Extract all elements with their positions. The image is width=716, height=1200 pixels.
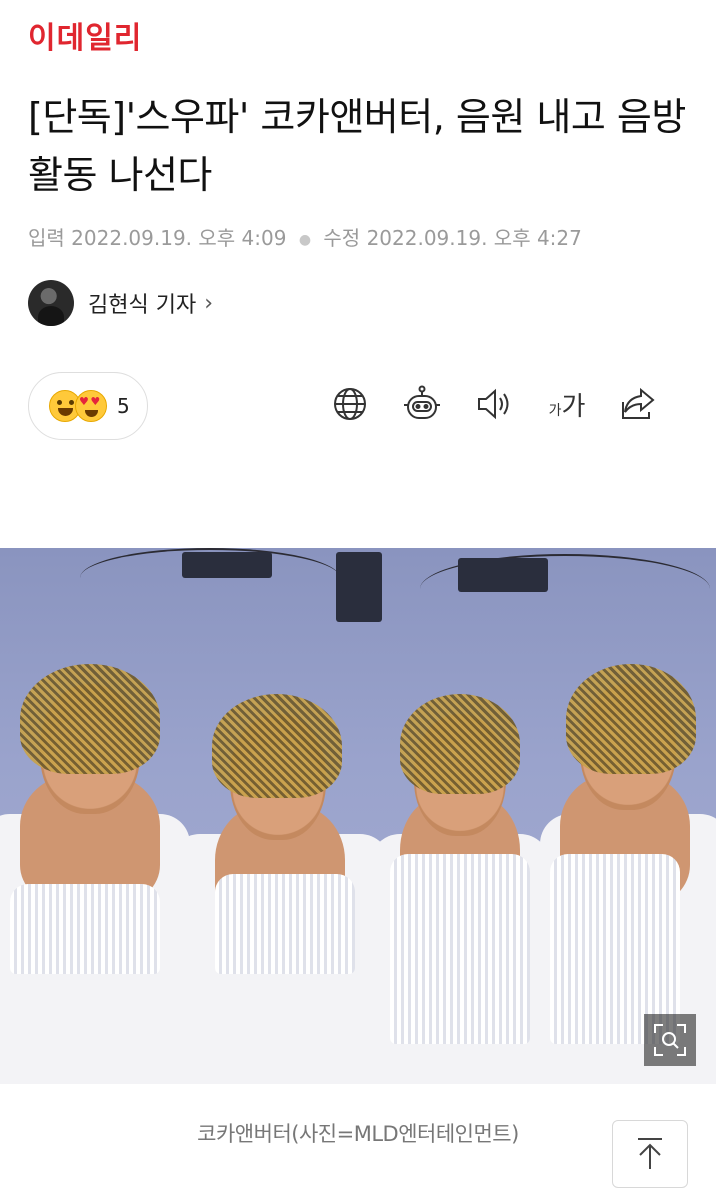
- meta-separator: ●: [298, 231, 312, 248]
- article-toolbar: 가가: [330, 382, 658, 426]
- arrow-up-icon: [638, 1138, 662, 1169]
- article-title: [단독]'스우파' 코카앤버터, 음원 내고 음방 활동 나선다: [28, 95, 686, 197]
- avatar: [28, 280, 74, 326]
- translate-button[interactable]: [330, 382, 370, 426]
- modified-date: 2022.09.19. 오후 4:27: [366, 226, 582, 250]
- summary-bot-button[interactable]: [402, 382, 442, 426]
- author-name: 김현식 기자: [88, 293, 197, 318]
- modified-label: 수정: [323, 226, 361, 250]
- zoom-icon: [654, 1024, 686, 1056]
- reaction-count: 5: [117, 394, 130, 418]
- font-size-icon: 가가: [548, 391, 586, 422]
- robot-icon: [404, 385, 440, 419]
- font-size-button[interactable]: 가가: [546, 382, 586, 426]
- published-label: 입력: [28, 226, 65, 250]
- dancer-figure: [0, 624, 190, 1084]
- photo-caption: 코카앤버터(사진=MLD엔터테인먼트): [197, 1122, 519, 1146]
- share-button[interactable]: [618, 382, 658, 426]
- author-link[interactable]: 김현식 기자 ›: [28, 280, 213, 326]
- published-date: 2022.09.19. 오후 4:09: [71, 226, 287, 250]
- site-logo[interactable]: 이데일리: [28, 22, 142, 56]
- studio-light: [182, 552, 272, 578]
- studio-light: [458, 558, 548, 592]
- globe-icon: [334, 388, 366, 420]
- share-icon: [622, 387, 655, 419]
- reaction-button[interactable]: 5: [28, 372, 148, 440]
- scroll-to-top-button[interactable]: [612, 1120, 688, 1188]
- speaker-icon: [478, 388, 509, 420]
- article-dates: 입력 2022.09.19. 오후 4:09 ● 수정 2022.09.19. …: [28, 224, 582, 254]
- chevron-right-icon: ›: [204, 290, 214, 316]
- heart-eyes-emoji-icon: [75, 390, 107, 422]
- zoom-button[interactable]: [644, 1014, 696, 1066]
- studio-light: [336, 552, 382, 622]
- read-aloud-button[interactable]: [474, 382, 514, 426]
- dancer-figure: [170, 634, 390, 1084]
- article-photo[interactable]: [0, 548, 716, 1084]
- dancer-figure: [370, 634, 550, 1084]
